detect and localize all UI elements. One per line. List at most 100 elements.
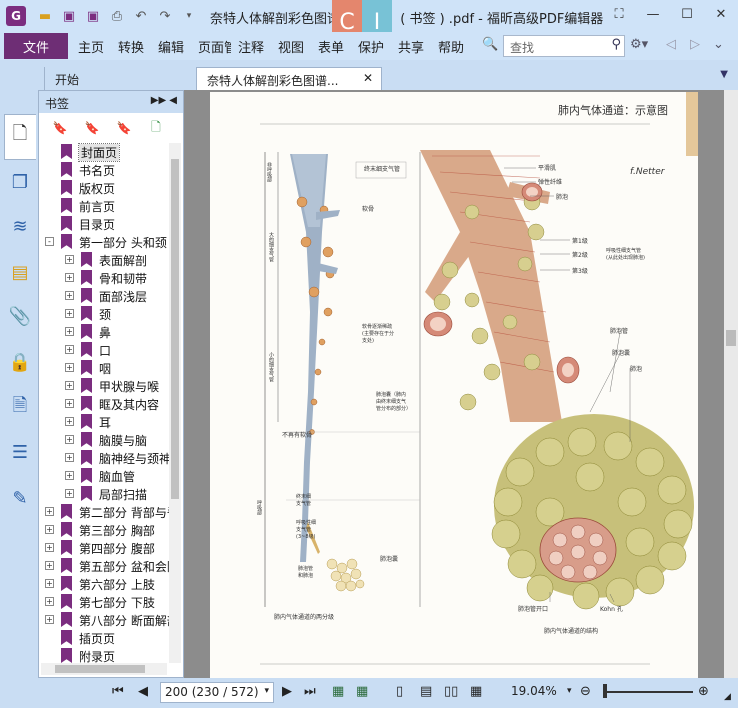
bookmark-item[interactable]: + 骨和韧带 <box>39 269 169 287</box>
menu-protect[interactable]: 保护 <box>358 37 391 56</box>
bookmark-item[interactable]: + 脑血管 <box>39 467 169 485</box>
signature-icon[interactable]: ✎ <box>8 486 32 510</box>
forward-arrow-icon[interactable]: ▷ <box>690 37 700 52</box>
menu-share[interactable]: 共享 <box>398 37 431 56</box>
redo-icon[interactable]: ↷ <box>154 5 176 27</box>
tab-list-dropdown-icon[interactable]: ▼ <box>720 69 728 80</box>
expand-icon[interactable]: + <box>45 615 54 624</box>
search-input[interactable]: 查找 ⚲ <box>503 35 625 57</box>
close-button[interactable]: ✕ <box>704 0 738 28</box>
zoom-in-icon[interactable]: ⊕ <box>698 684 709 699</box>
bookmark-item[interactable]: 前言页 <box>39 197 169 215</box>
undo-icon[interactable]: ↶ <box>130 5 152 27</box>
expand-icon[interactable]: + <box>65 489 74 498</box>
bookmark-item[interactable]: + 鼻 <box>39 323 169 341</box>
bookmark-item[interactable]: + 眶及其内容 <box>39 395 169 413</box>
bookmark-item[interactable]: 封面页 <box>39 143 169 162</box>
bookmarks-horizontal-scrollbar[interactable] <box>41 663 167 675</box>
bookmark-item[interactable]: + 咽 <box>39 359 169 377</box>
expand-icon[interactable]: + <box>65 291 74 300</box>
page-thumbnails-icon[interactable]: ❐ <box>8 170 32 194</box>
bookmark-item[interactable]: + 表面解剖 <box>39 251 169 269</box>
tab-document[interactable]: 奈特人体解剖彩色图谱... ✕ <box>196 67 382 90</box>
bookmark-item[interactable]: + 脑神经与颈神经 <box>39 449 169 467</box>
expand-icon[interactable]: + <box>45 507 54 516</box>
bookmark-item[interactable]: + 脑膜与脑 <box>39 431 169 449</box>
file-menu-button[interactable]: 文件 <box>4 33 68 59</box>
bookmark-item[interactable]: 书名页 <box>39 161 169 179</box>
menu-form[interactable]: 表单 <box>318 37 351 56</box>
document-scroll-thumb[interactable] <box>726 330 736 346</box>
bookmark-item[interactable]: 附录页 <box>39 647 169 663</box>
new-bookmark-icon[interactable]: 🗋 <box>147 119 165 137</box>
bookmark-item[interactable]: + 口 <box>39 341 169 359</box>
bookmark-item[interactable]: + 第二部分 背部与脊 <box>39 503 169 521</box>
save-icon[interactable]: ▣ <box>58 5 80 27</box>
last-page-icon[interactable]: ⏭ <box>304 684 316 699</box>
bookmark-item[interactable]: + 面部浅层 <box>39 287 169 305</box>
bookmark-panel-icon[interactable]: 🗋 <box>8 123 32 148</box>
next-page-icon[interactable]: ▶ <box>282 684 292 699</box>
bookmark-item[interactable]: 目录页 <box>39 215 169 233</box>
menu-home[interactable]: 主页 <box>78 37 111 56</box>
print-icon[interactable]: ⎙ <box>106 5 128 27</box>
bookmark-item[interactable]: + 耳 <box>39 413 169 431</box>
document-properties-icon[interactable]: 🗎 <box>8 395 32 420</box>
pdf-page[interactable]: 肺内气体通道：示意图 f.Netter 终末细支气管 软骨 软骨逐渐稀疏 (主要… <box>210 92 698 678</box>
bookmarks-hscroll-thumb[interactable] <box>55 665 145 673</box>
zoom-dropdown-icon[interactable]: ▾ <box>567 686 572 696</box>
zoom-slider-track[interactable] <box>603 691 693 693</box>
app-logo-icon[interactable]: G <box>6 6 26 26</box>
bookmark-item[interactable]: + 局部扫描 <box>39 485 169 503</box>
expand-icon[interactable]: + <box>65 471 74 480</box>
bookmark-item[interactable]: + 颈 <box>39 305 169 323</box>
menu-help[interactable]: 帮助 <box>438 37 471 56</box>
content-panel-icon[interactable]: ☰ <box>8 440 32 464</box>
menu-convert[interactable]: 转换 <box>118 37 151 56</box>
bookmark-item[interactable]: + 第七部分 下肢 <box>39 593 169 611</box>
collapse-ribbon-icon[interactable]: ⌄ <box>713 37 724 52</box>
expand-icon[interactable]: + <box>65 273 74 282</box>
bookmarks-vertical-scrollbar[interactable] <box>169 143 181 663</box>
resize-grip-icon[interactable]: ◢ <box>724 692 731 702</box>
maximize-button[interactable]: ☐ <box>670 0 704 28</box>
expand-icon[interactable]: + <box>65 417 74 426</box>
expand-icon[interactable]: + <box>65 381 74 390</box>
previous-view-icon[interactable]: ▦ <box>332 684 344 699</box>
bookmark-item[interactable]: 插页页 <box>39 629 169 647</box>
attachments-icon[interactable]: 📎 <box>8 304 32 328</box>
security-lock-icon[interactable]: 🔒 <box>8 350 32 374</box>
bookmark-item[interactable]: + 甲状腺与喉 <box>39 377 169 395</box>
bookmarks-scroll-thumb[interactable] <box>171 159 179 499</box>
expand-icon[interactable]: + <box>45 543 54 552</box>
expand-icon[interactable]: + <box>45 597 54 606</box>
expand-icon[interactable]: + <box>65 363 74 372</box>
customize-quick-access-icon[interactable]: ▾ <box>178 5 200 27</box>
continuous-facing-icon[interactable]: ▦ <box>470 684 482 699</box>
search-icon[interactable]: ⚲ <box>611 37 621 52</box>
layers-icon[interactable]: ≋ <box>8 214 32 238</box>
bookmark-item[interactable]: + 第五部分 盆和会阴 <box>39 557 169 575</box>
menu-view[interactable]: 视图 <box>278 37 311 56</box>
expand-icon[interactable]: + <box>65 453 74 462</box>
expand-icon[interactable]: + <box>65 327 74 336</box>
open-icon[interactable]: ▬ <box>34 5 56 27</box>
single-page-icon[interactable]: ▯ <box>396 684 403 699</box>
fullscreen-icon[interactable]: ⛶ <box>602 0 636 28</box>
document-vertical-scrollbar[interactable] <box>724 90 738 678</box>
expand-icon[interactable]: + <box>65 345 74 354</box>
page-dropdown-icon[interactable]: ▾ <box>264 686 269 696</box>
bookmark-item[interactable]: + 第三部分 胸部 <box>39 521 169 539</box>
collapse-icon[interactable]: - <box>45 237 54 246</box>
expand-icon[interactable]: + <box>45 579 54 588</box>
minimize-button[interactable]: — <box>636 0 670 28</box>
tab-start[interactable]: 开始 <box>44 67 189 90</box>
settings-gear-icon[interactable]: ⚙▾ <box>630 37 648 52</box>
page-number-input[interactable]: 200 (230 / 572) ▾ <box>160 682 274 703</box>
continuous-page-icon[interactable]: ▤ <box>420 684 432 699</box>
document-view[interactable]: 肺内气体通道：示意图 f.Netter 终末细支气管 软骨 软骨逐渐稀疏 (主要… <box>184 90 738 678</box>
expand-icon[interactable]: + <box>65 399 74 408</box>
previous-page-icon[interactable]: ◀ <box>138 684 148 699</box>
bookmark-item[interactable]: - 第一部分 头和颈 <box>39 233 169 251</box>
expand-icon[interactable]: + <box>45 525 54 534</box>
